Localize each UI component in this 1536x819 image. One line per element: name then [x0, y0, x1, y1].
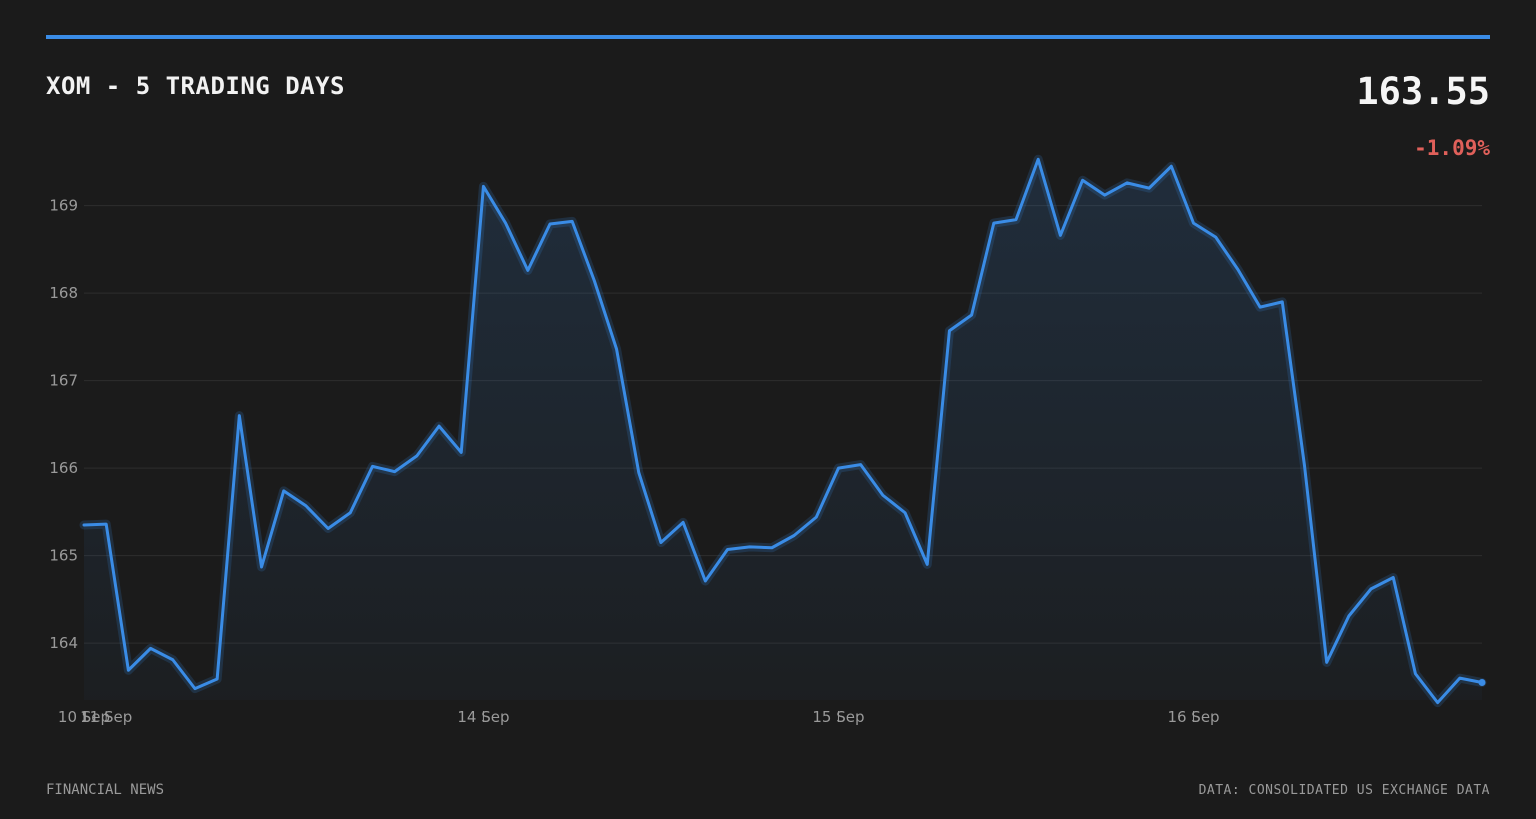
x-tick-label: 16 Sep: [1167, 708, 1219, 726]
y-tick-label: 165: [49, 547, 78, 565]
x-tick-label: 15 Sep: [812, 708, 864, 726]
y-tick-label: 166: [49, 459, 78, 477]
y-tick-label: 169: [49, 197, 78, 215]
x-tick-label: 11 Sep: [80, 708, 132, 726]
last-price-point: [1478, 679, 1486, 686]
y-tick-label: 167: [49, 372, 78, 390]
y-tick-label: 164: [49, 634, 78, 652]
area-layer: [79, 154, 1487, 708]
source-right: DATA: CONSOLIDATED US EXCHANGE DATA: [1198, 783, 1490, 798]
x-axis: 10 Sep11 Sep 14 Sep 15 Sep 16 Sep: [58, 708, 1220, 726]
chart-card: XOM - 5 TRADING DAYS 163.55 -1.09% 164 16…: [0, 0, 1536, 819]
source-left: FINANCIAL NEWS: [46, 782, 165, 798]
y-axis: 164 165 166 167 168 169: [49, 197, 78, 653]
x-tick-label: 14 Sep: [457, 708, 509, 726]
y-tick-label: 168: [49, 284, 78, 302]
price-chart: 164165166167168169 10 Sep11 Sep 14 Sep 15 …: [49, 154, 1487, 726]
area-fill: [84, 159, 1482, 703]
